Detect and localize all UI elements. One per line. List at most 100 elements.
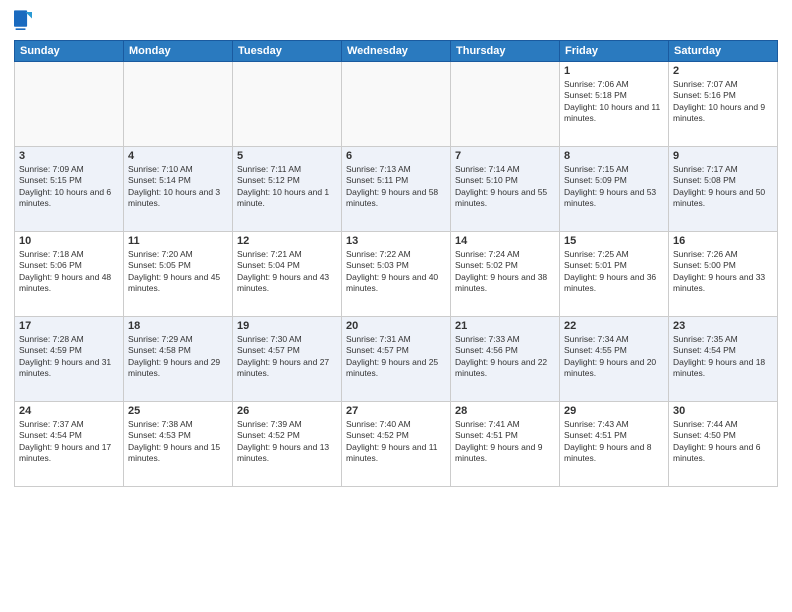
day-info: Sunrise: 7:14 AM Sunset: 5:10 PM Dayligh… xyxy=(455,164,555,210)
day-number: 15 xyxy=(564,235,664,247)
calendar-cell xyxy=(342,62,451,147)
calendar-cell: 21 Sunrise: 7:33 AM Sunset: 4:56 PM Dayli… xyxy=(451,317,560,402)
day-number: 11 xyxy=(128,235,228,247)
calendar-cell: 15 Sunrise: 7:25 AM Sunset: 5:01 PM Dayli… xyxy=(560,232,669,317)
calendar-cell: 9 Sunrise: 7:17 AM Sunset: 5:08 PM Daylig… xyxy=(669,147,778,232)
day-number: 28 xyxy=(455,405,555,417)
day-info: Sunrise: 7:09 AM Sunset: 5:15 PM Dayligh… xyxy=(19,164,119,210)
calendar-cell: 5Sunrise: 7:11 AM Sunset: 5:12 PM Daylig… xyxy=(233,147,342,232)
day-number: 25 xyxy=(128,405,228,417)
day-info: Sunrise: 7:28 AM Sunset: 4:59 PM Dayligh… xyxy=(19,334,119,380)
page: SundayMondayTuesdayWednesdayThursdayFrid… xyxy=(0,0,792,612)
day-number: 29 xyxy=(564,405,664,417)
day-info: Sunrise: 7:22 AM Sunset: 5:03 PM Dayligh… xyxy=(346,249,446,295)
weekday-header: Sunday xyxy=(15,41,124,62)
weekday-header: Friday xyxy=(560,41,669,62)
weekday-header: Tuesday xyxy=(233,41,342,62)
day-number: 14 xyxy=(455,235,555,247)
calendar-cell: 11 Sunrise: 7:20 AM Sunset: 5:05 PM Dayli… xyxy=(124,232,233,317)
day-number: 3 xyxy=(19,150,119,162)
day-info: Sunrise: 7:40 AM Sunset: 4:52 PM Dayligh… xyxy=(346,419,446,465)
day-number: 6 xyxy=(346,150,446,162)
calendar-week-row: 3 Sunrise: 7:09 AM Sunset: 5:15 PM Daylig… xyxy=(15,147,778,232)
calendar-cell: 4 Sunrise: 7:10 AM Sunset: 5:14 PM Daylig… xyxy=(124,147,233,232)
logo xyxy=(14,10,36,32)
day-info: Sunrise: 7:33 AM Sunset: 4:56 PM Dayligh… xyxy=(455,334,555,380)
calendar-body: 1 Sunrise: 7:06 AM Sunset: 5:18 PM Daylig… xyxy=(15,62,778,487)
day-number: 4 xyxy=(128,150,228,162)
day-number: 9 xyxy=(673,150,773,162)
day-info: Sunrise: 7:30 AM Sunset: 4:57 PM Dayligh… xyxy=(237,334,337,380)
weekday-header: Wednesday xyxy=(342,41,451,62)
weekday-header: Thursday xyxy=(451,41,560,62)
calendar-cell xyxy=(451,62,560,147)
day-number: 7 xyxy=(455,150,555,162)
header xyxy=(14,10,778,32)
day-info: Sunrise: 7:35 AM Sunset: 4:54 PM Dayligh… xyxy=(673,334,773,380)
day-info: Sunrise: 7:20 AM Sunset: 5:05 PM Dayligh… xyxy=(128,249,228,295)
calendar-cell: 29 Sunrise: 7:43 AM Sunset: 4:51 PM Dayli… xyxy=(560,402,669,487)
day-number: 2 xyxy=(673,65,773,77)
calendar-cell: 3 Sunrise: 7:09 AM Sunset: 5:15 PM Daylig… xyxy=(15,147,124,232)
day-number: 23 xyxy=(673,320,773,332)
day-number: 17 xyxy=(19,320,119,332)
calendar-week-row: 10Sunrise: 7:18 AM Sunset: 5:06 PM Dayli… xyxy=(15,232,778,317)
calendar-cell: 10Sunrise: 7:18 AM Sunset: 5:06 PM Dayli… xyxy=(15,232,124,317)
calendar-cell: 13Sunrise: 7:22 AM Sunset: 5:03 PM Dayli… xyxy=(342,232,451,317)
day-info: Sunrise: 7:15 AM Sunset: 5:09 PM Dayligh… xyxy=(564,164,664,210)
day-number: 19 xyxy=(237,320,337,332)
day-number: 16 xyxy=(673,235,773,247)
calendar-cell: 17 Sunrise: 7:28 AM Sunset: 4:59 PM Dayli… xyxy=(15,317,124,402)
calendar-cell: 30 Sunrise: 7:44 AM Sunset: 4:50 PM Dayli… xyxy=(669,402,778,487)
calendar-header: SundayMondayTuesdayWednesdayThursdayFrid… xyxy=(15,41,778,62)
calendar-cell: 16 Sunrise: 7:26 AM Sunset: 5:00 PM Dayli… xyxy=(669,232,778,317)
calendar-cell xyxy=(15,62,124,147)
day-info: Sunrise: 7:31 AM Sunset: 4:57 PM Dayligh… xyxy=(346,334,446,380)
calendar-cell: 7 Sunrise: 7:14 AM Sunset: 5:10 PM Daylig… xyxy=(451,147,560,232)
day-info: Sunrise: 7:26 AM Sunset: 5:00 PM Dayligh… xyxy=(673,249,773,295)
calendar-cell: 18 Sunrise: 7:29 AM Sunset: 4:58 PM Dayli… xyxy=(124,317,233,402)
day-info: Sunrise: 7:06 AM Sunset: 5:18 PM Dayligh… xyxy=(564,79,664,125)
day-info: Sunrise: 7:11 AM Sunset: 5:12 PM Dayligh… xyxy=(237,164,337,210)
day-number: 21 xyxy=(455,320,555,332)
day-info: Sunrise: 7:39 AM Sunset: 4:52 PM Dayligh… xyxy=(237,419,337,465)
calendar-cell: 28Sunrise: 7:41 AM Sunset: 4:51 PM Dayli… xyxy=(451,402,560,487)
day-number: 20 xyxy=(346,320,446,332)
calendar-cell: 2 Sunrise: 7:07 AM Sunset: 5:16 PM Daylig… xyxy=(669,62,778,147)
calendar-cell xyxy=(124,62,233,147)
weekday-row: SundayMondayTuesdayWednesdayThursdayFrid… xyxy=(15,41,778,62)
calendar-week-row: 24Sunrise: 7:37 AM Sunset: 4:54 PM Dayli… xyxy=(15,402,778,487)
calendar-cell: 24Sunrise: 7:37 AM Sunset: 4:54 PM Dayli… xyxy=(15,402,124,487)
day-info: Sunrise: 7:29 AM Sunset: 4:58 PM Dayligh… xyxy=(128,334,228,380)
day-number: 1 xyxy=(564,65,664,77)
day-number: 18 xyxy=(128,320,228,332)
day-info: Sunrise: 7:07 AM Sunset: 5:16 PM Dayligh… xyxy=(673,79,773,125)
calendar-cell: 23 Sunrise: 7:35 AM Sunset: 4:54 PM Dayli… xyxy=(669,317,778,402)
day-number: 30 xyxy=(673,405,773,417)
calendar-cell xyxy=(233,62,342,147)
calendar-week-row: 1 Sunrise: 7:06 AM Sunset: 5:18 PM Daylig… xyxy=(15,62,778,147)
calendar-cell: 27 Sunrise: 7:40 AM Sunset: 4:52 PM Dayli… xyxy=(342,402,451,487)
day-number: 8 xyxy=(564,150,664,162)
day-number: 12 xyxy=(237,235,337,247)
day-info: Sunrise: 7:34 AM Sunset: 4:55 PM Dayligh… xyxy=(564,334,664,380)
day-info: Sunrise: 7:10 AM Sunset: 5:14 PM Dayligh… xyxy=(128,164,228,210)
weekday-header: Saturday xyxy=(669,41,778,62)
calendar-cell: 1 Sunrise: 7:06 AM Sunset: 5:18 PM Daylig… xyxy=(560,62,669,147)
day-info: Sunrise: 7:24 AM Sunset: 5:02 PM Dayligh… xyxy=(455,249,555,295)
calendar-cell: 6Sunrise: 7:13 AM Sunset: 5:11 PM Daylig… xyxy=(342,147,451,232)
day-number: 22 xyxy=(564,320,664,332)
calendar-cell: 20 Sunrise: 7:31 AM Sunset: 4:57 PM Dayli… xyxy=(342,317,451,402)
day-info: Sunrise: 7:43 AM Sunset: 4:51 PM Dayligh… xyxy=(564,419,664,465)
day-number: 10 xyxy=(19,235,119,247)
day-number: 26 xyxy=(237,405,337,417)
day-number: 24 xyxy=(19,405,119,417)
calendar-cell: 14 Sunrise: 7:24 AM Sunset: 5:02 PM Dayli… xyxy=(451,232,560,317)
day-info: Sunrise: 7:44 AM Sunset: 4:50 PM Dayligh… xyxy=(673,419,773,465)
weekday-header: Monday xyxy=(124,41,233,62)
day-info: Sunrise: 7:25 AM Sunset: 5:01 PM Dayligh… xyxy=(564,249,664,295)
day-info: Sunrise: 7:17 AM Sunset: 5:08 PM Dayligh… xyxy=(673,164,773,210)
calendar-cell: 26 Sunrise: 7:39 AM Sunset: 4:52 PM Dayli… xyxy=(233,402,342,487)
calendar-cell: 8 Sunrise: 7:15 AM Sunset: 5:09 PM Daylig… xyxy=(560,147,669,232)
day-number: 27 xyxy=(346,405,446,417)
